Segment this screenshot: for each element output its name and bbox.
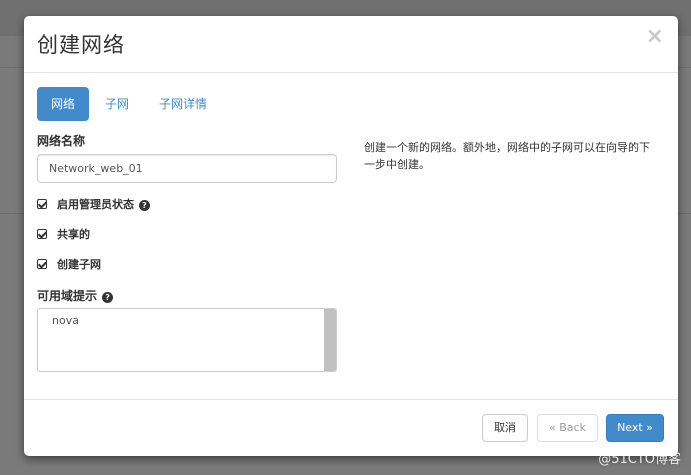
tab-subnet[interactable]: 子网 [91, 87, 143, 121]
next-button[interactable]: Next » [606, 414, 664, 442]
watermark: @51CTO博客 [598, 452, 681, 467]
modal-title: 创建网络 [37, 33, 125, 57]
network-name-label: 网络名称 [37, 134, 86, 148]
tab-subnet-details[interactable]: 子网详情 [145, 87, 221, 121]
select-option-nova[interactable]: nova [52, 314, 79, 327]
question-circle-icon[interactable]: ? [139, 200, 150, 211]
admin-state-label: 启用管理员状态 [57, 198, 134, 211]
scrollbar[interactable] [324, 309, 336, 371]
shared-label: 共享的 [57, 228, 90, 241]
question-circle-icon[interactable]: ? [102, 292, 114, 303]
modal-header: 创建网络 × [24, 16, 678, 73]
tab-network[interactable]: 网络 [37, 87, 90, 121]
back-button[interactable]: « Back [537, 414, 598, 442]
network-name-input[interactable]: Network_web_01 [37, 154, 337, 183]
modal-footer: 取消 « Back Next » [24, 399, 678, 456]
cancel-button[interactable]: 取消 [482, 414, 528, 442]
admin-state-checkbox[interactable] [37, 199, 47, 209]
availability-zone-select[interactable]: nova [37, 308, 337, 372]
shared-checkbox[interactable] [37, 229, 47, 239]
create-subnet-label: 创建子网 [57, 258, 101, 271]
az-hint-label: 可用域提示 [37, 289, 98, 303]
wizard-description: 创建一个新的网络。额外地，网络中的子网可以在向导的下一步中创建。 [364, 141, 650, 171]
create-network-modal: 创建网络 × 网络 子网 子网详情 网络名称 Network_web_01 启用… [24, 16, 678, 456]
close-icon[interactable]: × [646, 24, 664, 49]
create-subnet-checkbox[interactable] [37, 259, 47, 269]
